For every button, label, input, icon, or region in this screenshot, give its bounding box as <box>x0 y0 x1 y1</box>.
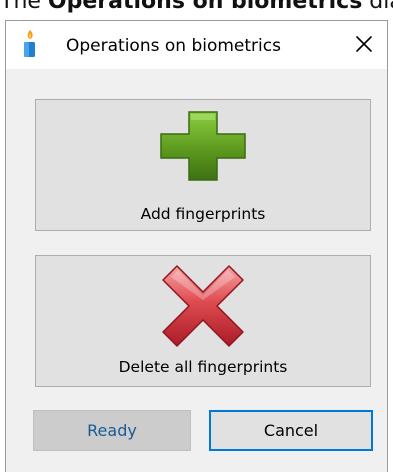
biometrics-dialog: Operations on biometrics Add fingerprint… <box>5 20 388 472</box>
title-bar: Operations on biometrics <box>6 21 387 69</box>
delete-all-fingerprints-button[interactable]: Delete all fingerprints <box>35 255 371 387</box>
ready-button[interactable]: Ready <box>33 410 191 451</box>
cancel-button[interactable]: Cancel <box>209 410 373 451</box>
candle-icon <box>24 30 35 57</box>
add-fingerprints-button[interactable]: Add fingerprints <box>35 99 371 231</box>
close-button[interactable] <box>351 30 377 58</box>
red-x-icon <box>162 265 244 347</box>
dialog-title: Operations on biometrics <box>66 36 281 56</box>
top-text-fragment: The Operations on biometrics dialo <box>0 0 393 20</box>
add-fingerprints-label: Add fingerprints <box>140 205 266 223</box>
snippet-prefix: The <box>0 0 48 14</box>
green-plus-icon <box>160 111 246 181</box>
close-icon <box>355 35 373 53</box>
delete-all-fingerprints-label: Delete all fingerprints <box>118 358 288 376</box>
snippet-suffix: dialo <box>369 0 393 14</box>
snippet-bold: Operations on biometrics <box>47 0 363 14</box>
